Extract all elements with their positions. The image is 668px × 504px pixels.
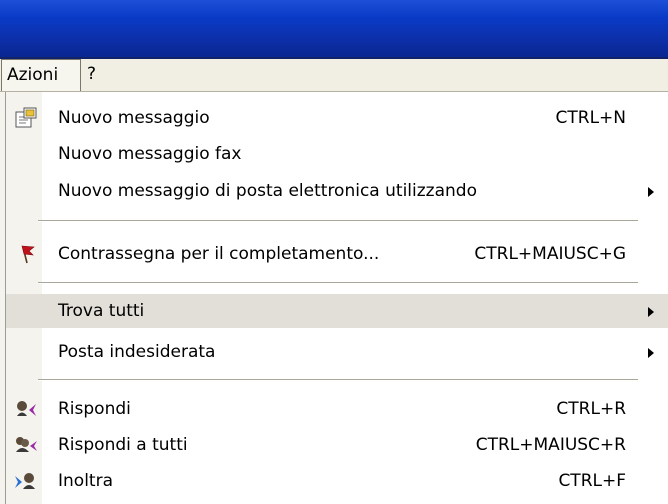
menu-help-label: ? [87,64,97,84]
menu-item-new-email-using[interactable]: Nuovo messaggio di posta elettronica uti… [6,174,668,208]
menu-separator [38,282,638,284]
menu-item-label: Inoltra [58,471,113,491]
menu-item-reply[interactable]: Rispondi CTRL+R [6,392,668,426]
window-titlebar [0,0,668,59]
menu-item-shortcut: CTRL+MAIUSC+R [475,435,626,455]
submenu-arrow-icon [648,348,654,358]
reply-icon [17,401,36,416]
menu-item-shortcut: CTRL+MAIUSC+G [474,244,626,264]
menu-item-label: Trova tutti [58,301,145,321]
flag-icon [21,245,35,264]
menu-item-shortcut: CTRL+N [555,108,627,128]
menu-separator [38,220,638,222]
menu-item-find-all[interactable]: Trova tutti [6,294,668,328]
menu-item-forward[interactable]: Inoltra CTRL+F [6,464,668,498]
menu-item-reply-all[interactable]: Rispondi a tutti CTRL+MAIUSC+R [6,428,668,462]
menu-azioni[interactable]: Azioni [1,59,81,91]
menu-separator [38,379,638,381]
menu-item-shortcut: CTRL+R [556,399,626,419]
menu-item-label: Contrassegna per il completamento... [58,244,380,264]
menu-azioni-label: Azioni [7,65,59,85]
menu-item-shortcut: CTRL+F [558,471,626,491]
azioni-dropdown-menu: Nuovo messaggio CTRL+N Nuovo messaggio f… [0,92,668,504]
submenu-arrow-icon [648,187,654,197]
menu-item-label: Rispondi a tutti [58,435,188,455]
submenu-arrow-icon [648,307,654,317]
reply-all-icon [16,437,37,452]
menu-item-label: Nuovo messaggio [58,108,210,128]
menu-item-label: Posta indesiderata [58,342,216,362]
menu-item-label: Nuovo messaggio di posta elettronica uti… [58,181,477,201]
menu-item-label: Rispondi [58,399,131,419]
menu-item-flag-followup[interactable]: Contrassegna per il completamento... CTR… [6,237,668,271]
menu-item-new-message[interactable]: Nuovo messaggio CTRL+N [6,101,668,135]
menu-bar: Azioni ? [0,59,668,92]
menu-item-new-fax[interactable]: Nuovo messaggio fax [6,137,668,171]
menu-item-label: Nuovo messaggio fax [58,144,242,164]
menu-item-junk-mail[interactable]: Posta indesiderata [6,335,668,369]
forward-icon [15,473,35,489]
new-message-icon [15,107,37,128]
menu-help[interactable]: ? [82,59,106,91]
